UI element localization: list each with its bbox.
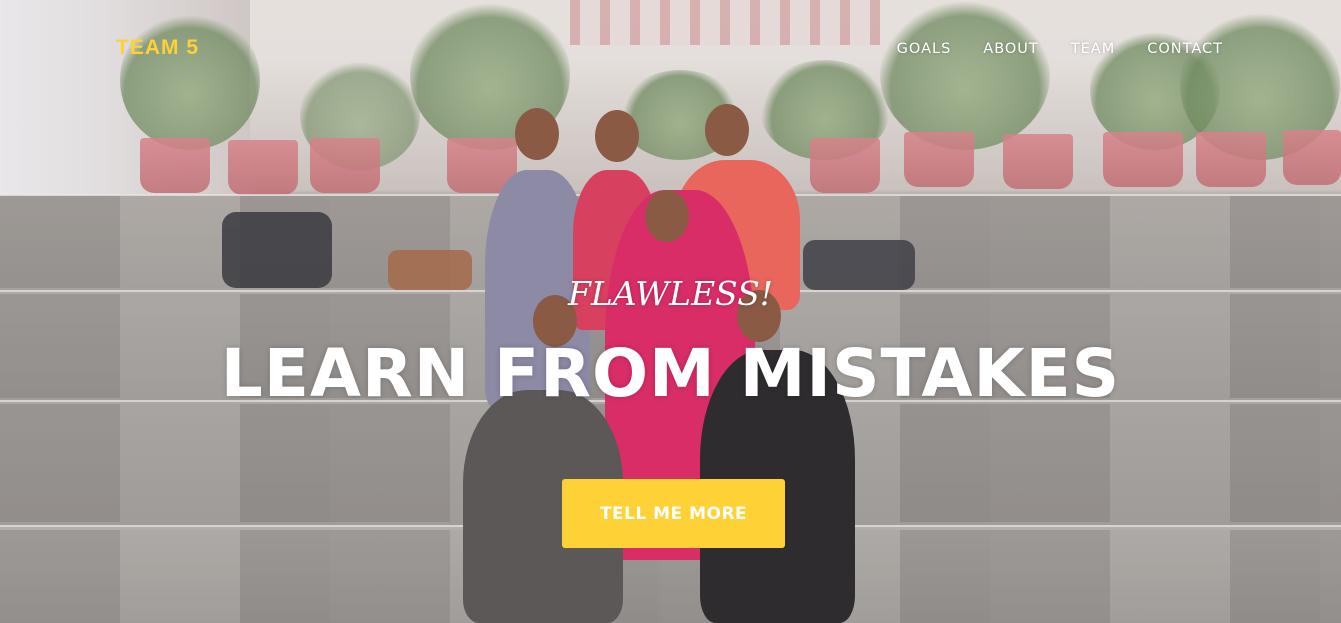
hero-subheading: FLAWLESS! <box>567 274 774 313</box>
background-flower-pot <box>310 138 380 193</box>
main-nav: GOALS ABOUT TEAM CONTACT <box>865 41 1223 57</box>
background-flower-pot <box>1103 132 1183 187</box>
background-flower-pot <box>904 132 974 187</box>
background-flower-pot <box>228 140 298 195</box>
background-flower-pot <box>140 138 210 193</box>
person-head <box>595 110 639 162</box>
nav-item-contact[interactable]: CONTACT <box>1147 41 1223 57</box>
nav-item-goals[interactable]: GOALS <box>897 41 952 57</box>
hero-section: TEAM 5 GOALS ABOUT TEAM CONTACT FLAWLESS… <box>0 0 1341 623</box>
background-balcony-railing <box>570 0 880 45</box>
person-head <box>705 104 749 156</box>
nav-item-team[interactable]: TEAM <box>1071 41 1115 57</box>
brand-logo[interactable]: TEAM 5 <box>116 36 199 60</box>
background-plant <box>880 0 1050 150</box>
background-plant <box>120 10 260 150</box>
background-flower-pot <box>1003 134 1073 189</box>
nav-item-about[interactable]: ABOUT <box>983 41 1039 57</box>
background-flower-pot <box>1196 132 1266 187</box>
person-head <box>645 190 689 242</box>
hero-heading: LEARN FROM MISTAKES <box>220 335 1121 412</box>
tell-me-more-button[interactable]: TELL ME MORE <box>562 479 785 548</box>
background-flower-pot <box>1283 130 1341 185</box>
person-head <box>515 108 559 160</box>
